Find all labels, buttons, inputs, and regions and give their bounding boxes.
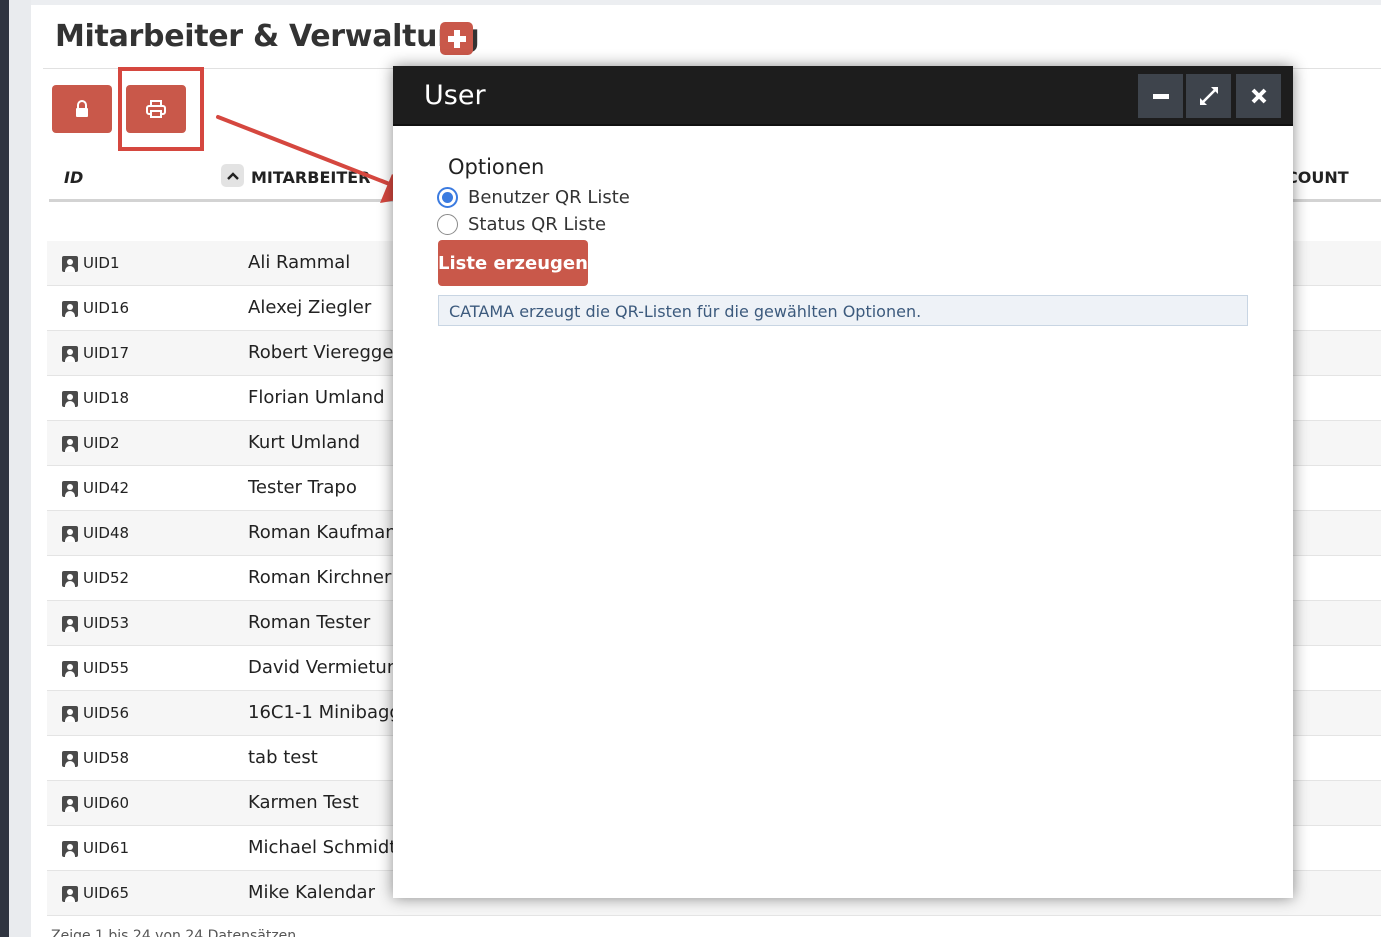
- row-employee-name: Roman Tester: [248, 612, 371, 633]
- row-employee-name: Michael Schmidt: [248, 837, 397, 858]
- chevron-up-icon: [226, 171, 239, 180]
- row-uid: UID2: [83, 434, 120, 452]
- lock-button[interactable]: [52, 85, 112, 133]
- user-icon: [62, 301, 78, 317]
- row-uid: UID16: [83, 299, 130, 317]
- row-uid: UID42: [83, 479, 130, 497]
- plus-icon: [447, 29, 466, 48]
- modal-title: User: [424, 80, 486, 111]
- lock-icon: [76, 100, 88, 117]
- row-employee-name: David Vermietung: [248, 657, 410, 678]
- status-qr-label: Status QR Liste: [468, 214, 607, 235]
- table-footer-info: Zeige 1 bis 24 von 24 Datensätzen: [51, 928, 297, 937]
- row-uid: UID53: [83, 614, 130, 632]
- sort-ascending-icon[interactable]: [221, 164, 244, 187]
- expand-icon: [1199, 87, 1218, 105]
- row-employee-name: Kurt Umland: [248, 432, 361, 453]
- row-employee-name: Robert Vieregge: [248, 342, 394, 363]
- user-icon: [62, 886, 78, 902]
- user-icon: [62, 706, 78, 722]
- modal-header: User: [393, 66, 1293, 126]
- row-uid: UID65: [83, 884, 130, 902]
- column-header-employee[interactable]: MITARBEITER: [251, 168, 371, 187]
- row-uid: UID1: [83, 254, 120, 272]
- print-button-highlight: [118, 67, 204, 151]
- option-status-qr-list[interactable]: Status QR Liste: [437, 214, 606, 235]
- close-icon: [1251, 88, 1266, 104]
- row-employee-name: Ali Rammal: [248, 252, 351, 273]
- row-uid: UID18: [83, 389, 130, 407]
- close-button[interactable]: [1236, 74, 1281, 118]
- info-message: CATAMA erzeugt die QR-Listen für die gew…: [438, 295, 1248, 326]
- row-employee-name: Roman Kaufmann: [248, 522, 409, 543]
- row-uid: UID58: [83, 749, 130, 767]
- user-modal: User Optionen Benutzer QR Liste Status Q: [393, 66, 1293, 898]
- page-title: Mitarbeiter & Verwaltung: [55, 19, 480, 54]
- window-gutter: [9, 0, 31, 937]
- row-uid: UID52: [83, 569, 130, 587]
- user-icon: [62, 436, 78, 452]
- user-icon: [62, 661, 78, 677]
- row-uid: UID61: [83, 839, 130, 857]
- row-employee-name: Alexej Ziegler: [248, 297, 372, 318]
- row-uid: UID56: [83, 704, 130, 722]
- generate-list-button[interactable]: Liste erzeugen: [438, 240, 588, 286]
- user-icon: [62, 751, 78, 767]
- user-qr-radio[interactable]: [437, 187, 458, 208]
- row-uid: UID55: [83, 659, 130, 677]
- status-qr-radio[interactable]: [437, 214, 458, 235]
- row-uid: UID17: [83, 344, 130, 362]
- row-employee-name: Karmen Test: [248, 792, 359, 813]
- minus-icon: [1152, 94, 1169, 99]
- user-icon: [62, 841, 78, 857]
- row-uid: UID60: [83, 794, 130, 812]
- options-label: Optionen: [448, 155, 545, 179]
- user-icon: [62, 796, 78, 812]
- user-icon: [62, 481, 78, 497]
- user-icon: [62, 256, 78, 272]
- user-icon: [62, 571, 78, 587]
- column-header-count[interactable]: COUNT: [1286, 168, 1349, 187]
- minimize-button[interactable]: [1138, 74, 1183, 118]
- row-employee-name: Florian Umland: [248, 387, 385, 408]
- user-icon: [62, 346, 78, 362]
- row-employee-name: Mike Kalendar: [248, 882, 375, 903]
- option-user-qr-list[interactable]: Benutzer QR Liste: [437, 187, 630, 208]
- row-uid: UID48: [83, 524, 130, 542]
- user-icon: [62, 616, 78, 632]
- row-employee-name: tab test: [248, 747, 318, 768]
- maximize-button[interactable]: [1186, 74, 1231, 118]
- user-icon: [62, 391, 78, 407]
- row-employee-name: Roman Kirchner: [248, 567, 392, 588]
- user-icon: [62, 526, 78, 542]
- row-employee-name: Tester Trapo: [248, 477, 357, 498]
- window-left-edge: [0, 0, 9, 937]
- column-header-id[interactable]: ID: [64, 168, 83, 187]
- add-employee-button[interactable]: [440, 22, 473, 55]
- user-qr-label: Benutzer QR Liste: [468, 187, 630, 208]
